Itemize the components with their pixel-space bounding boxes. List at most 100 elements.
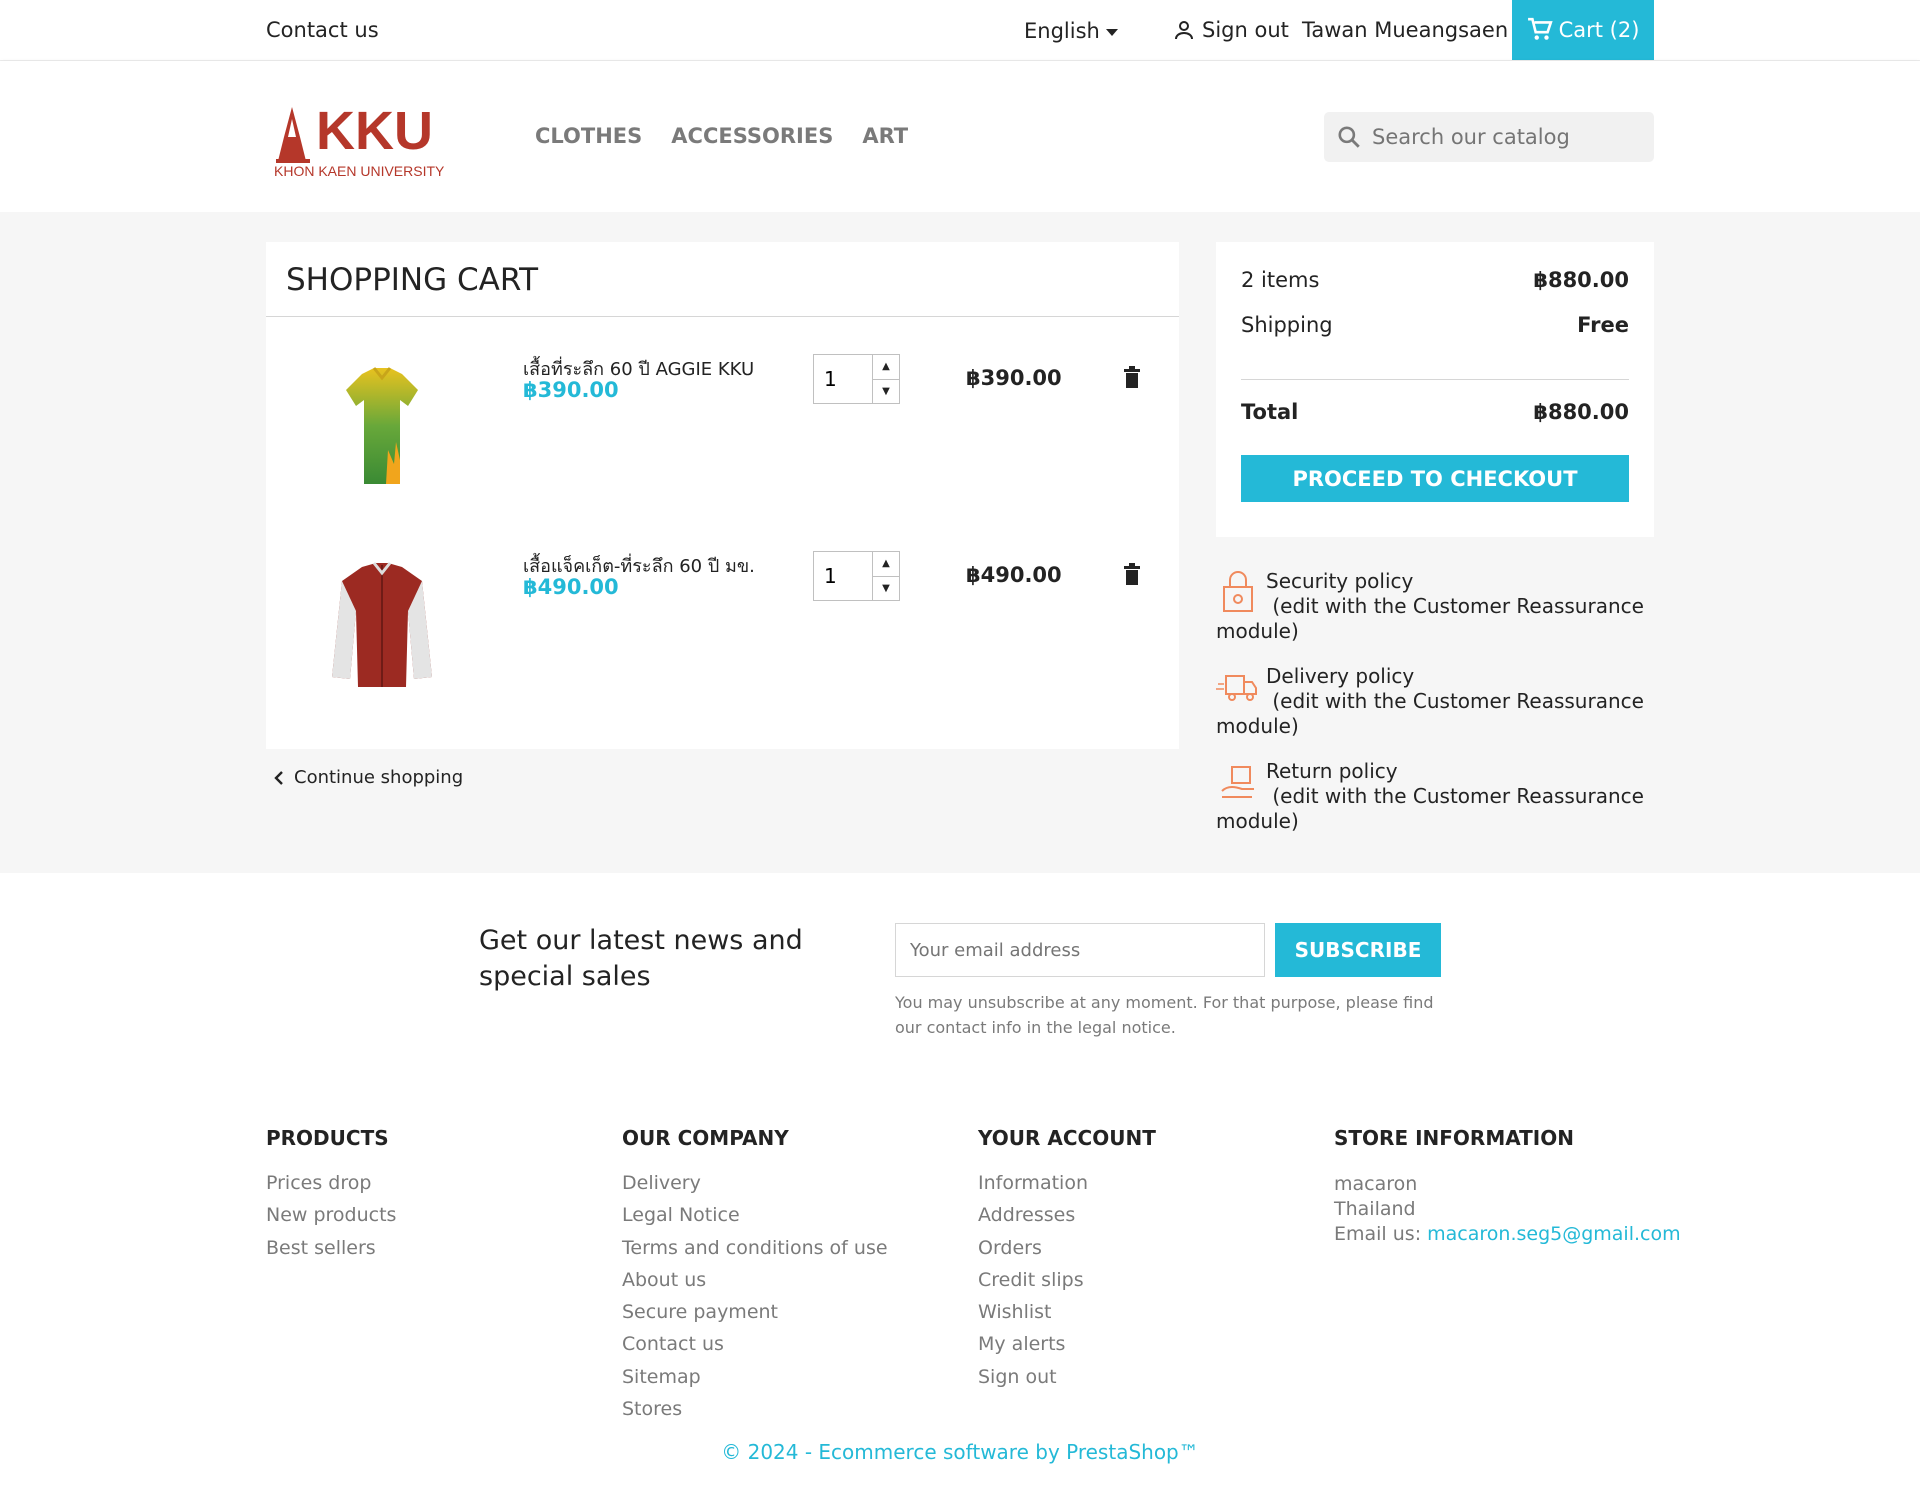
total-label: Total — [1241, 400, 1299, 424]
reassurance-desc: (edit with the Customer Reassurance modu… — [1216, 594, 1644, 643]
contact-us-link[interactable]: Contact us — [266, 18, 379, 42]
continue-shopping-link[interactable]: Continue shopping — [274, 767, 463, 788]
quantity-arrows: ▲ ▼ — [872, 355, 899, 403]
shipping-label: Shipping — [1241, 313, 1333, 337]
sign-out-label: Sign out — [1202, 18, 1289, 42]
nav-accessories[interactable]: ACCESSORIES — [671, 124, 833, 148]
reassurance-desc: (edit with the Customer Reassurance modu… — [1216, 689, 1644, 738]
reassurance-desc: (edit with the Customer Reassurance modu… — [1216, 784, 1644, 833]
search-icon[interactable] — [1336, 124, 1362, 150]
footer-link-best-sellers[interactable]: Best sellers — [266, 1237, 376, 1259]
footer-link-sitemap[interactable]: Sitemap — [622, 1366, 701, 1388]
quantity-arrows: ▲ ▼ — [872, 552, 899, 600]
trash-icon[interactable] — [1123, 366, 1141, 388]
cart-summary: 2 items ฿880.00 Shipping Free Total ฿880… — [1216, 242, 1654, 537]
footer-link-contact-us[interactable]: Contact us — [622, 1333, 724, 1355]
cart-line-item: เสื้อแจ็คเก็ต-ที่ระลึก 60 ปี มข. ฿490.00… — [266, 551, 1179, 731]
footer-heading: YOUR ACCOUNT — [978, 1126, 1156, 1150]
footer-link-credit-slips[interactable]: Credit slips — [978, 1269, 1084, 1291]
chevron-left-icon — [274, 770, 283, 785]
language-selector[interactable]: English — [1024, 19, 1118, 43]
footer-heading: STORE INFORMATION — [1334, 1126, 1574, 1150]
items-count: 2 items — [1241, 268, 1320, 292]
cart-icon — [1527, 17, 1553, 40]
account-name-link[interactable]: Tawan Mueangsaen — [1302, 18, 1508, 42]
quantity-stepper: ▲ ▼ — [813, 551, 900, 601]
chevron-up-icon[interactable]: ▲ — [873, 552, 899, 577]
product-image-shirt[interactable] — [322, 354, 442, 499]
trash-icon[interactable] — [1123, 563, 1141, 585]
chevron-down-icon[interactable]: ▼ — [873, 577, 899, 601]
quantity-input[interactable] — [814, 552, 872, 600]
footer-link-new-products[interactable]: New products — [266, 1204, 396, 1226]
chevron-up-icon[interactable]: ▲ — [873, 355, 899, 380]
footer-products: PRODUCTS Prices drop New products Best s… — [266, 1126, 396, 1269]
store-details: macaron Thailand Email us: macaron.seg5@… — [1334, 1172, 1681, 1247]
reassurance-title: Return policy — [1266, 759, 1398, 783]
footer-link-my-alerts[interactable]: My alerts — [978, 1333, 1065, 1355]
quantity-input[interactable] — [814, 355, 872, 403]
line-total: ฿390.00 — [966, 366, 1062, 390]
copyright-link[interactable]: © 2024 - Ecommerce software by PrestaSho… — [0, 1440, 1920, 1464]
items-subtotal: ฿880.00 — [1533, 268, 1629, 292]
quantity-stepper: ▲ ▼ — [813, 354, 900, 404]
main-nav: CLOTHES ACCESSORIES ART — [535, 124, 908, 148]
footer-store-info: STORE INFORMATION macaron Thailand Email… — [1334, 1126, 1681, 1247]
store-name: macaron — [1334, 1173, 1418, 1195]
footer-link-secure-payment[interactable]: Secure payment — [622, 1301, 778, 1323]
line-total: ฿490.00 — [966, 563, 1062, 587]
search-input[interactable] — [1372, 125, 1632, 149]
footer-link-information[interactable]: Information — [978, 1172, 1088, 1194]
product-price: ฿390.00 — [523, 378, 619, 402]
newsletter-title: Get our latest news and special sales — [479, 925, 803, 992]
footer-link-delivery[interactable]: Delivery — [622, 1172, 701, 1194]
footer-link-sign-out[interactable]: Sign out — [978, 1366, 1057, 1388]
footer-link-prices-drop[interactable]: Prices drop — [266, 1172, 371, 1194]
footer-link-about-us[interactable]: About us — [622, 1269, 706, 1291]
search-box — [1324, 112, 1654, 162]
logo-subtext: KHON KAEN UNIVERSITY — [274, 163, 445, 177]
nav-art[interactable]: ART — [862, 124, 908, 148]
top-bar: Contact us English Sign out Tawan Mueang… — [0, 0, 1920, 61]
footer-link-terms[interactable]: Terms and conditions of use — [622, 1237, 888, 1259]
store-email-link[interactable]: macaron.seg5@gmail.com — [1427, 1223, 1680, 1245]
newsletter-note: You may unsubscribe at any moment. For t… — [895, 993, 1434, 1037]
cart-button[interactable]: Cart (2) — [1512, 0, 1654, 60]
footer-link-orders[interactable]: Orders — [978, 1237, 1042, 1259]
logo-text: KKU — [316, 101, 433, 161]
header: KKU KHON KAEN UNIVERSITY CLOTHES ACCESSO… — [0, 61, 1920, 212]
shipping-value: Free — [1577, 313, 1629, 337]
reassurance-title: Security policy — [1266, 569, 1414, 593]
reassurance-delivery: Delivery policy (edit with the Customer … — [1216, 664, 1654, 739]
summary-shipping-row: Shipping Free — [1241, 313, 1629, 337]
truck-icon — [1216, 675, 1257, 701]
nav-clothes[interactable]: CLOTHES — [535, 124, 642, 148]
sign-out-link[interactable]: Sign out — [1172, 18, 1289, 42]
store-logo[interactable]: KKU KHON KAEN UNIVERSITY — [272, 97, 462, 179]
product-price: ฿490.00 — [523, 575, 619, 599]
reassurance-title: Delivery policy — [1266, 664, 1415, 688]
summary-items-row: 2 items ฿880.00 — [1241, 268, 1629, 292]
footer-link-wishlist[interactable]: Wishlist — [978, 1301, 1052, 1323]
footer-company: OUR COMPANY Delivery Legal Notice Terms … — [622, 1126, 888, 1430]
caret-down-icon — [1105, 28, 1118, 36]
cart-label: Cart (2) — [1558, 18, 1640, 42]
email-label: Email us: — [1334, 1223, 1428, 1245]
chevron-down-icon[interactable]: ▼ — [873, 380, 899, 404]
language-label: English — [1024, 19, 1100, 43]
email-input[interactable] — [895, 923, 1265, 977]
divider — [266, 316, 1179, 317]
footer-link-addresses[interactable]: Addresses — [978, 1204, 1075, 1226]
product-image-jacket[interactable] — [322, 551, 442, 696]
cart-line-item: เสื้อที่ระลึก 60 ปี AGGIE KKU ฿390.00 ▲ … — [266, 354, 1179, 534]
footer-heading: OUR COMPANY — [622, 1126, 789, 1150]
divider — [1241, 379, 1629, 380]
footer-account: YOUR ACCOUNT Information Addresses Order… — [978, 1126, 1156, 1398]
footer-link-legal-notice[interactable]: Legal Notice — [622, 1204, 740, 1226]
subscribe-button[interactable]: SUBSCRIBE — [1275, 923, 1441, 977]
continue-shopping-label: Continue shopping — [294, 767, 464, 788]
footer-link-stores[interactable]: Stores — [622, 1398, 682, 1420]
total-value: ฿880.00 — [1533, 400, 1629, 424]
proceed-to-checkout-button[interactable]: PROCEED TO CHECKOUT — [1241, 455, 1629, 502]
reassurance-return: Return policy (edit with the Customer Re… — [1216, 759, 1654, 834]
